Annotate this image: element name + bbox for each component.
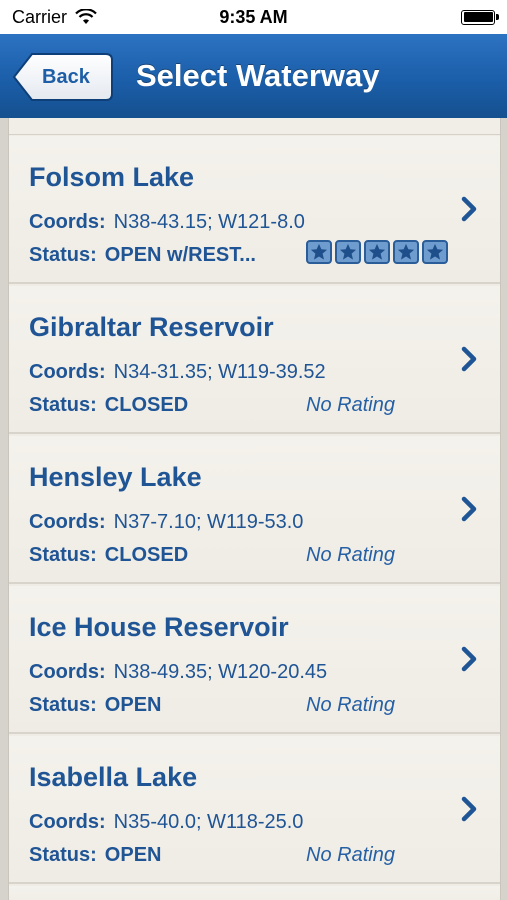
list-item-partial[interactable]	[9, 886, 500, 900]
rating-text: No Rating	[306, 844, 395, 866]
chevron-right-icon	[461, 346, 477, 372]
coords-value: N35-40.0; W118-25.0	[113, 811, 304, 833]
status-value: OPEN	[104, 844, 162, 866]
status-value: CLOSED	[104, 544, 189, 566]
list-item-ice-house-reservoir[interactable]: Ice House Reservoir Coords: N38-49.35; W1…	[9, 586, 500, 734]
status-label: Status:	[29, 544, 97, 566]
coords-value: N37-7.10; W119-53.0	[113, 511, 304, 533]
status-line: Status: CLOSED	[29, 544, 188, 567]
status-label: Status:	[29, 394, 97, 416]
rating-text: No Rating	[306, 694, 395, 716]
status-line: Status: CLOSED	[29, 394, 188, 417]
coords-line: Coords: N38-49.35; W120-20.45	[29, 661, 327, 684]
chevron-right-icon	[461, 796, 477, 822]
star-icon	[393, 240, 419, 264]
list-frame: Folsom Lake Coords: N38-43.15; W121-8.0 S…	[8, 118, 501, 900]
page-title: Select Waterway	[136, 58, 380, 93]
coords-value: N34-31.35; W119-39.52	[113, 361, 326, 383]
battery-icon	[461, 9, 499, 25]
coords-label: Coords:	[29, 361, 106, 383]
waterway-name: Folsom Lake	[29, 162, 195, 192]
coords-label: Coords:	[29, 511, 106, 533]
carrier-label: Carrier	[12, 6, 68, 27]
list-top-edge	[9, 118, 500, 135]
star-icon	[335, 240, 361, 264]
status-label: Status:	[29, 694, 97, 716]
status-label: Status:	[29, 244, 97, 266]
status-bar: Carrier 9:35 AM	[0, 0, 507, 34]
coords-line: Coords: N38-43.15; W121-8.0	[29, 211, 305, 234]
rating-text: No Rating	[306, 394, 395, 416]
waterway-name: Gibraltar Reservoir	[29, 312, 274, 342]
chevron-right-icon	[461, 196, 477, 222]
list-item-folsom-lake[interactable]: Folsom Lake Coords: N38-43.15; W121-8.0 S…	[9, 136, 500, 284]
coords-line: Coords: N34-31.35; W119-39.52	[29, 361, 326, 384]
coords-label: Coords:	[29, 211, 106, 233]
coords-label: Coords:	[29, 661, 106, 683]
list-item-isabella-lake[interactable]: Isabella Lake Coords: N35-40.0; W118-25.0…	[9, 736, 500, 884]
coords-line: Coords: N37-7.10; W119-53.0	[29, 511, 303, 534]
list-item-gibraltar-reservoir[interactable]: Gibraltar Reservoir Coords: N34-31.35; W1…	[9, 286, 500, 434]
coords-value: N38-49.35; W120-20.45	[113, 661, 328, 683]
waterway-name: Ice House Reservoir	[29, 612, 289, 642]
chevron-right-icon	[461, 646, 477, 672]
waterway-name: Isabella Lake	[29, 762, 198, 792]
rating-text: No Rating	[306, 544, 395, 566]
status-value: CLOSED	[104, 394, 189, 416]
waterway-name: Hensley Lake	[29, 462, 202, 492]
status-line: Status: OPEN	[29, 844, 161, 867]
back-button[interactable]: Back	[12, 52, 114, 102]
navigation-bar: Back Select Waterway	[0, 34, 507, 119]
back-button-label: Back	[42, 66, 90, 88]
wifi-icon	[75, 9, 97, 24]
coords-value: N38-43.15; W121-8.0	[113, 211, 305, 233]
star-rating	[306, 240, 448, 264]
status-value: OPEN	[104, 694, 162, 716]
list-item-hensley-lake[interactable]: Hensley Lake Coords: N37-7.10; W119-53.0 …	[9, 436, 500, 584]
coords-line: Coords: N35-40.0; W118-25.0	[29, 811, 303, 834]
star-icon	[422, 240, 448, 264]
carrier-signal: Carrier	[12, 7, 97, 28]
status-line: Status: OPEN w/REST...	[29, 244, 256, 267]
status-line: Status: OPEN	[29, 694, 161, 717]
star-icon	[364, 240, 390, 264]
star-icon	[306, 240, 332, 264]
chevron-right-icon	[461, 496, 477, 522]
waterway-list[interactable]: Folsom Lake Coords: N38-43.15; W121-8.0 S…	[0, 118, 507, 900]
status-label: Status:	[29, 844, 97, 866]
status-value: OPEN w/REST...	[104, 244, 256, 266]
coords-label: Coords:	[29, 811, 106, 833]
